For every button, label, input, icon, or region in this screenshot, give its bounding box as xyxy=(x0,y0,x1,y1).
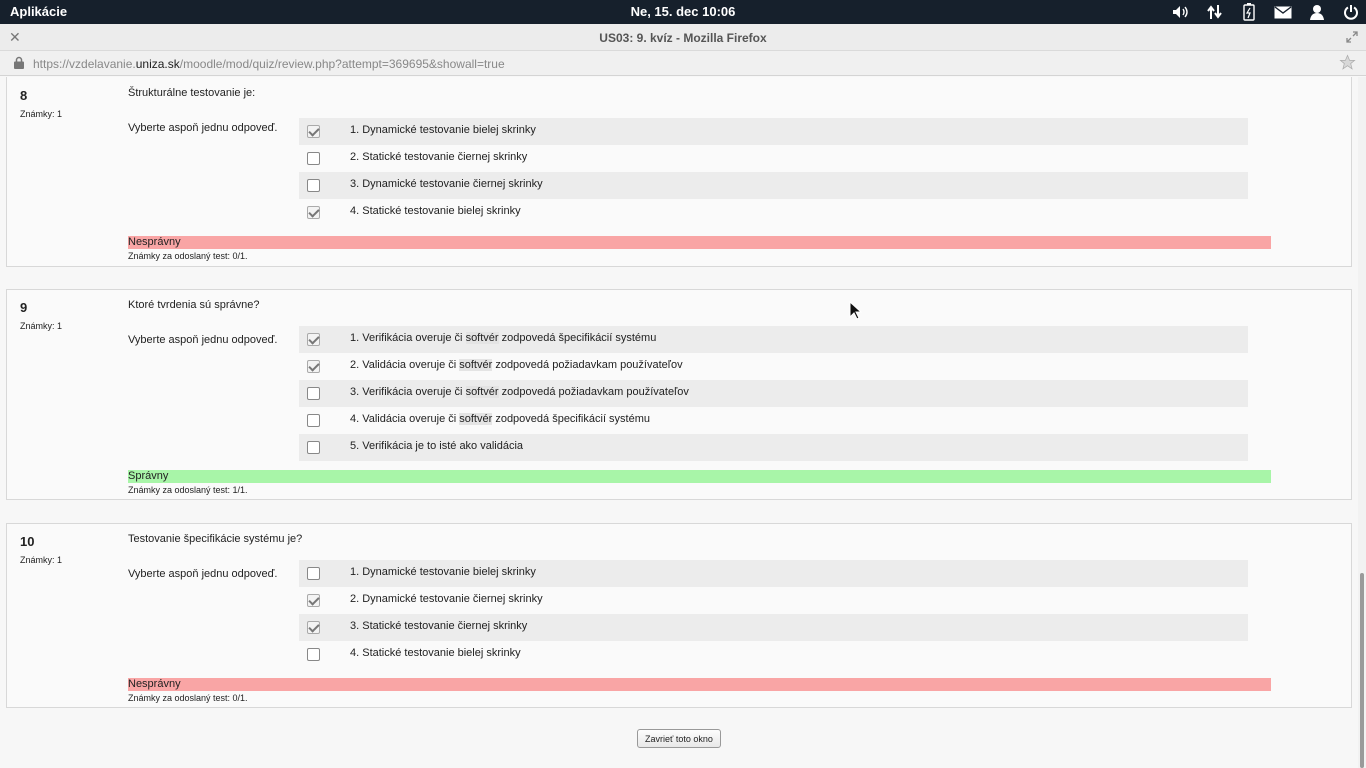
outcome-incorrect: Nesprávny xyxy=(128,236,1271,249)
answer-option[interactable]: 5. Verifikácia je to isté ako validácia xyxy=(299,434,1248,461)
answer-checkbox[interactable] xyxy=(307,594,320,607)
answer-option[interactable]: 2. Dynamické testovanie čiernej skrinky xyxy=(299,587,1248,614)
mouse-pointer-icon xyxy=(849,300,863,326)
address-bar[interactable]: https://vzdelavanie.uniza.sk/moodle/mod/… xyxy=(0,51,1366,76)
scrollbar-thumb[interactable] xyxy=(1360,573,1364,768)
question-grade: Známky: 1 xyxy=(20,321,63,331)
system-tray xyxy=(1172,3,1360,21)
answer-prompt: Vyberte aspoň jednu odpoveď. xyxy=(128,122,278,134)
answer-option[interactable]: 4. Statické testovanie bielej skrinky xyxy=(299,199,1248,226)
question-9: 9 Známky: 1 Ktoré tvrdenia sú správne? V… xyxy=(6,289,1352,500)
answer-option[interactable]: 4. Validácia overuje či softvér zodpoved… xyxy=(299,407,1248,434)
answer-label: 3. Verifikácia overuje či softvér zodpov… xyxy=(350,386,689,398)
answer-checkbox[interactable] xyxy=(307,387,320,400)
answer-label: 2. Statické testovanie čiernej skrinky xyxy=(350,151,528,163)
answer-option[interactable]: 3. Statické testovanie čiernej skrinky xyxy=(299,614,1248,641)
battery-icon[interactable] xyxy=(1240,3,1258,21)
answer-checkbox[interactable] xyxy=(307,567,320,580)
answer-checkbox[interactable] xyxy=(307,125,320,138)
question-mark: Známky za odoslaný test: 0/1. xyxy=(128,693,248,703)
question-number: 8 xyxy=(20,88,28,103)
network-icon[interactable] xyxy=(1206,3,1224,21)
close-window-icon[interactable]: ✕ xyxy=(9,29,21,46)
bookmark-star-icon[interactable] xyxy=(1339,54,1356,76)
answer-option[interactable]: 2. Validácia overuje či softvér zodpoved… xyxy=(299,353,1248,380)
question-mark: Známky za odoslaný test: 0/1. xyxy=(128,251,248,261)
clock[interactable]: Ne, 15. dec 10:06 xyxy=(0,4,1366,19)
power-icon[interactable] xyxy=(1342,3,1360,21)
outcome-incorrect: Nesprávny xyxy=(128,678,1271,691)
answer-checkbox[interactable] xyxy=(307,441,320,454)
user-icon[interactable] xyxy=(1308,3,1326,21)
answer-checkbox[interactable] xyxy=(307,414,320,427)
answer-label: 5. Verifikácia je to isté ako validácia xyxy=(350,440,524,452)
question-number: 10 xyxy=(20,534,35,549)
url-text[interactable]: https://vzdelavanie.uniza.sk/moodle/mod/… xyxy=(33,57,505,71)
answer-checkbox[interactable] xyxy=(307,333,320,346)
answer-label: 3. Dynamické testovanie čiernej skrinky xyxy=(350,178,543,190)
answer-checkbox[interactable] xyxy=(307,360,320,373)
volume-icon[interactable] xyxy=(1172,3,1190,21)
answer-checkbox[interactable] xyxy=(307,648,320,661)
applications-menu[interactable]: Aplikácie xyxy=(10,4,67,19)
answer-prompt: Vyberte aspoň jednu odpoveď. xyxy=(128,334,278,346)
answer-option[interactable]: 3. Verifikácia overuje či softvér zodpov… xyxy=(299,380,1248,407)
system-panel: Aplikácie Ne, 15. dec 10:06 xyxy=(0,0,1366,24)
question-grade: Známky: 1 xyxy=(20,555,63,565)
answer-checkbox[interactable] xyxy=(307,152,320,165)
question-10: 10 Známky: 1 Testovanie špecifikácie sys… xyxy=(6,523,1352,708)
answer-label: 1. Dynamické testovanie bielej skrinky xyxy=(350,566,536,578)
answer-option[interactable]: 1. Dynamické testovanie bielej skrinky xyxy=(299,118,1248,145)
answer-option[interactable]: 3. Dynamické testovanie čiernej skrinky xyxy=(299,172,1248,199)
restore-window-icon[interactable] xyxy=(1346,30,1358,48)
question-number: 9 xyxy=(20,300,28,315)
answer-list: 1. Verifikácia overuje či softvér zodpov… xyxy=(299,326,1248,461)
answer-label: 2. Dynamické testovanie čiernej skrinky xyxy=(350,593,543,605)
answer-label: 4. Statické testovanie bielej skrinky xyxy=(350,205,521,217)
question-text: Testovanie špecifikácie systému je? xyxy=(128,533,303,545)
answer-label: 2. Validácia overuje či softvér zodpoved… xyxy=(350,359,683,371)
answer-label: 1. Dynamické testovanie bielej skrinky xyxy=(350,124,536,136)
page-scrollbar[interactable] xyxy=(1358,77,1366,768)
answer-label: 1. Verifikácia overuje či softvér zodpov… xyxy=(350,332,657,344)
question-mark: Známky za odoslaný test: 1/1. xyxy=(128,485,248,495)
close-window-button[interactable]: Zavrieť toto okno xyxy=(637,729,721,748)
answer-option[interactable]: 2. Statické testovanie čiernej skrinky xyxy=(299,145,1248,172)
answer-label: 4. Validácia overuje či softvér zodpoved… xyxy=(350,413,651,425)
question-text: Ktoré tvrdenia sú správne? xyxy=(128,299,260,311)
answer-list: 1. Dynamické testovanie bielej skrinky 2… xyxy=(299,560,1248,668)
question-text: Štrukturálne testovanie je: xyxy=(128,87,256,99)
outcome-correct: Správny xyxy=(128,470,1271,483)
answer-option[interactable]: 1. Verifikácia overuje či softvér zodpov… xyxy=(299,326,1248,353)
page-content: 8 Známky: 1 Štrukturálne testovanie je: … xyxy=(0,77,1358,768)
window-titlebar: ✕ US03: 9. kvíz - Mozilla Firefox xyxy=(0,24,1366,51)
question-8: 8 Známky: 1 Štrukturálne testovanie je: … xyxy=(6,77,1352,267)
answer-checkbox[interactable] xyxy=(307,206,320,219)
answer-list: 1. Dynamické testovanie bielej skrinky 2… xyxy=(299,118,1248,226)
answer-label: 4. Statické testovanie bielej skrinky xyxy=(350,647,521,659)
window-title: US03: 9. kvíz - Mozilla Firefox xyxy=(599,31,767,45)
answer-option[interactable]: 1. Dynamické testovanie bielej skrinky xyxy=(299,560,1248,587)
mail-icon[interactable] xyxy=(1274,3,1292,21)
question-grade: Známky: 1 xyxy=(20,109,63,119)
answer-checkbox[interactable] xyxy=(307,621,320,634)
lock-icon[interactable] xyxy=(14,56,24,74)
answer-option[interactable]: 4. Statické testovanie bielej skrinky xyxy=(299,641,1248,668)
answer-label: 3. Statické testovanie čiernej skrinky xyxy=(350,620,528,632)
answer-prompt: Vyberte aspoň jednu odpoveď. xyxy=(128,568,278,580)
answer-checkbox[interactable] xyxy=(307,179,320,192)
